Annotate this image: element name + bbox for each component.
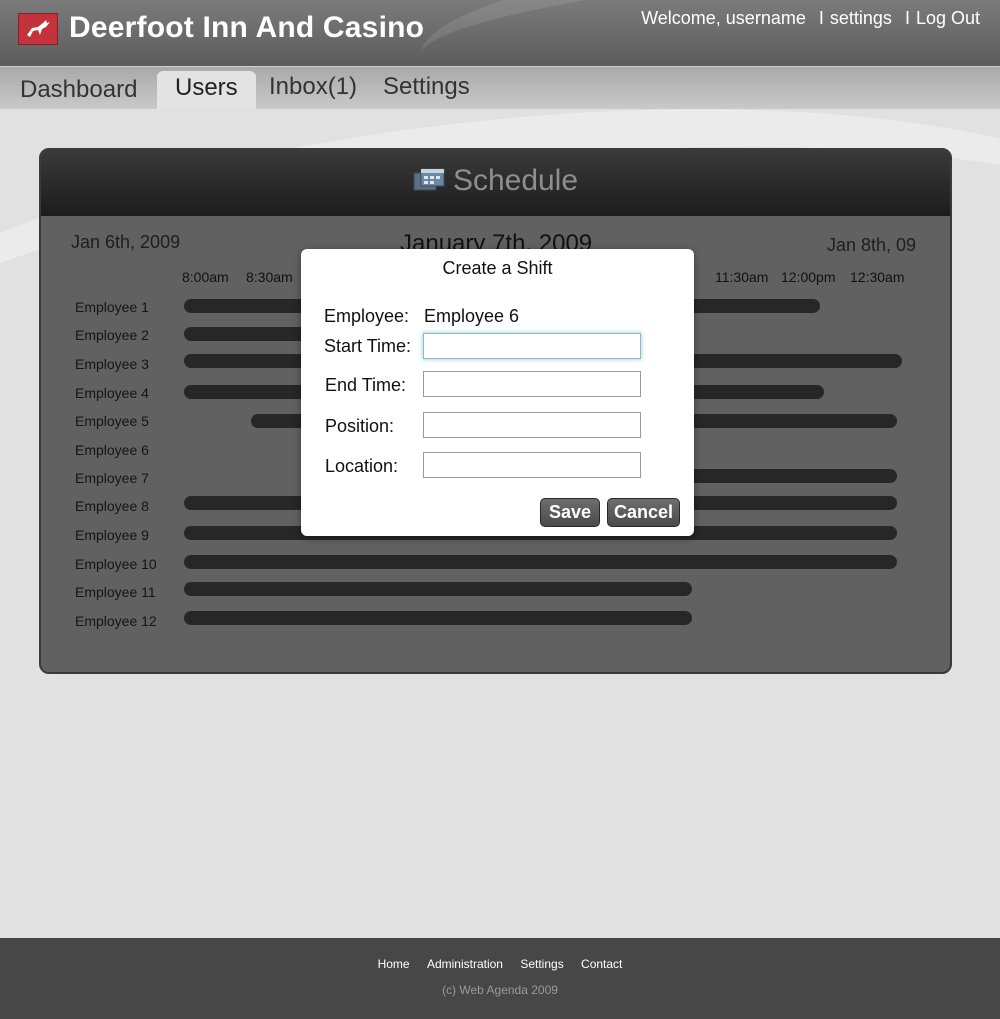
schedule-title-text: Schedule xyxy=(452,164,579,197)
employee-value: Employee 6 xyxy=(424,306,520,326)
employee-label: Employee 4 xyxy=(75,385,149,401)
employee-label: Employee 2 xyxy=(75,327,149,343)
footer: Home Administration Settings Contact (c)… xyxy=(0,938,1000,1019)
shift-bar[interactable] xyxy=(681,469,897,483)
separator: I xyxy=(818,8,824,28)
time-label: 8:00am xyxy=(182,269,229,285)
employee-label: Employee 12 xyxy=(75,613,157,629)
dialog-title: Create a Shift xyxy=(442,258,553,278)
employee-field-label: Employee: xyxy=(324,306,410,326)
shift-bar[interactable] xyxy=(184,327,314,341)
footer-links: Home Administration Settings Contact xyxy=(0,957,1000,971)
user-bar: Welcome, username Isettings I Log Out xyxy=(637,8,980,29)
footer-link-home[interactable]: Home xyxy=(378,957,410,971)
employee-label: Employee 8 xyxy=(75,498,149,514)
tab-bar: Dashboard Users Inbox(1) Settings xyxy=(0,66,1000,109)
employee-label: Employee 3 xyxy=(75,356,149,372)
shift-bar[interactable] xyxy=(184,555,897,569)
logout-link[interactable]: Log Out xyxy=(916,8,980,28)
employee-label: Employee 10 xyxy=(75,556,157,572)
footer-link-contact[interactable]: Contact xyxy=(581,957,622,971)
save-button[interactable]: Save xyxy=(540,498,600,527)
time-label: 8:30am xyxy=(246,269,293,285)
tab-users[interactable]: Users xyxy=(157,71,256,109)
position-input[interactable] xyxy=(423,412,641,438)
time-label: 12:00pm xyxy=(781,269,836,285)
header: Deerfoot Inn And Casino Welcome, usernam… xyxy=(0,0,1000,66)
tab-dashboard[interactable]: Dashboard xyxy=(20,76,137,104)
shift-bar[interactable] xyxy=(184,611,692,625)
footer-link-settings[interactable]: Settings xyxy=(520,957,563,971)
tab-settings[interactable]: Settings xyxy=(383,73,470,101)
footer-link-administration[interactable]: Administration xyxy=(427,957,503,971)
employee-label: Employee 1 xyxy=(75,299,149,315)
copyright: (c) Web Agenda 2009 xyxy=(442,983,558,997)
employee-label: Employee 5 xyxy=(75,413,149,429)
welcome-text: Welcome, username xyxy=(641,8,806,28)
create-shift-dialog: Create a Shift Employee: Employee 6 Star… xyxy=(301,249,694,536)
employee-label[interactable]: Employee 6 xyxy=(75,442,149,458)
deer-logo-icon[interactable] xyxy=(18,13,58,45)
schedule-title: Schedule xyxy=(41,164,950,200)
prev-date-link[interactable]: Jan 6th, 2009 xyxy=(71,232,180,253)
time-label: 11:30am xyxy=(715,269,769,285)
position-label: Position: xyxy=(325,416,395,436)
schedule-header: Schedule xyxy=(41,150,950,216)
site-title[interactable]: Deerfoot Inn And Casino xyxy=(69,11,424,45)
end-time-label: End Time: xyxy=(325,375,407,395)
start-time-input[interactable] xyxy=(423,333,641,359)
employee-label: Employee 11 xyxy=(75,584,156,600)
separator: I xyxy=(904,8,910,28)
shift-bar[interactable] xyxy=(184,582,692,596)
end-time-input[interactable] xyxy=(423,371,641,397)
next-date-link[interactable]: Jan 8th, 09 xyxy=(827,235,916,256)
location-input[interactable] xyxy=(423,452,641,478)
time-label: 12:30am xyxy=(850,269,905,285)
tab-inbox[interactable]: Inbox(1) xyxy=(269,73,357,101)
settings-link[interactable]: settings xyxy=(830,8,892,28)
cancel-button[interactable]: Cancel xyxy=(607,498,680,527)
employee-label: Employee 7 xyxy=(75,470,149,486)
employee-label: Employee 9 xyxy=(75,527,149,543)
location-label: Location: xyxy=(325,456,399,476)
start-time-label: Start Time: xyxy=(324,336,412,356)
calendar-icon xyxy=(413,166,445,200)
